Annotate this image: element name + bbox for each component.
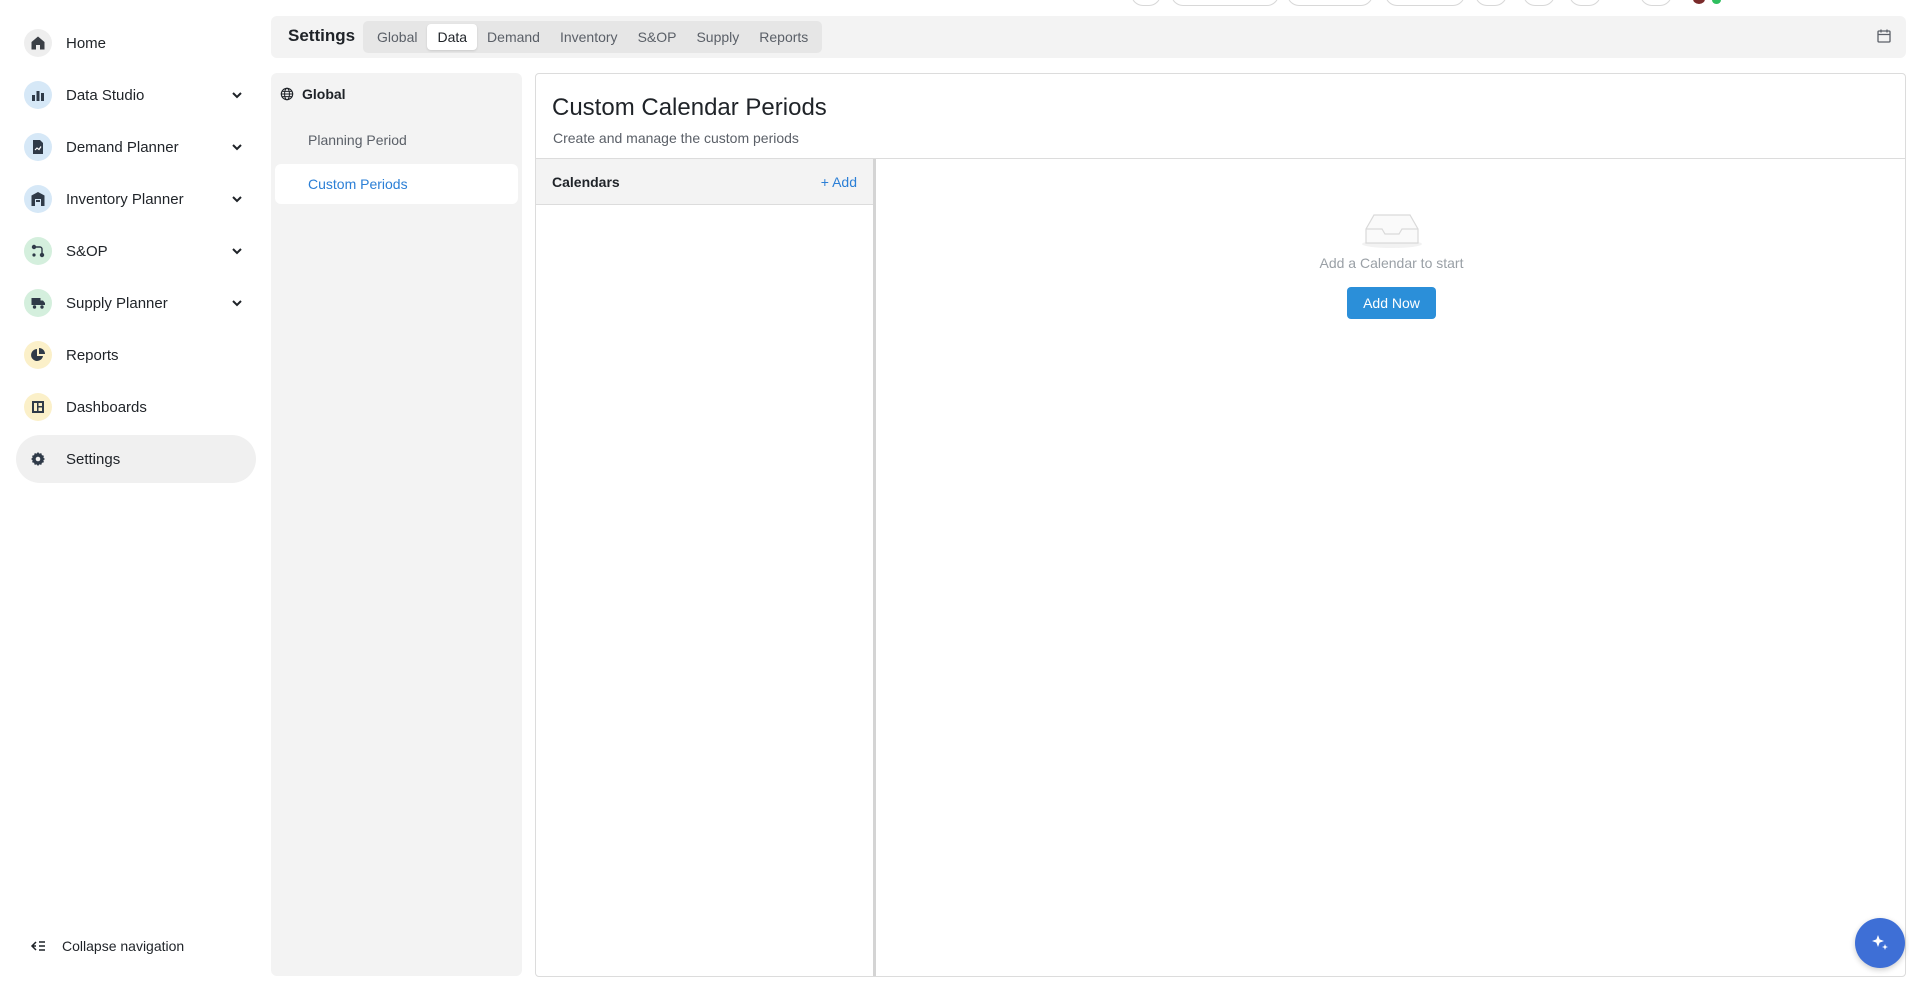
nav-label: Reports <box>66 346 119 364</box>
empty-inbox-icon <box>1361 214 1422 248</box>
calendar-icon <box>1877 29 1891 43</box>
tab-inventory[interactable]: Inventory <box>550 24 628 50</box>
collapse-navigation-button[interactable]: Collapse navigation <box>30 938 184 954</box>
settings-tabs: Global Data Demand Inventory S&OP Supply… <box>363 21 823 53</box>
calendar-button[interactable] <box>1876 28 1894 46</box>
calendars-list-panel: Calendars + Add <box>536 159 876 976</box>
nav-item-reports[interactable]: Reports <box>16 331 256 379</box>
nav-label: Supply Planner <box>66 294 168 312</box>
header-control-hint[interactable] <box>1569 0 1601 6</box>
chevron-down-icon[interactable] <box>230 244 244 258</box>
flow-icon <box>24 237 52 265</box>
subnav-item-planning-period[interactable]: Planning Period <box>275 120 518 160</box>
ai-assistant-button[interactable] <box>1855 918 1905 968</box>
nav-item-dashboards[interactable]: Dashboards <box>16 383 256 431</box>
add-now-button[interactable]: Add Now <box>1347 287 1436 319</box>
section-subtitle: Create and manage the custom periods <box>553 130 799 146</box>
online-status-dot <box>1712 0 1721 4</box>
tab-sop[interactable]: S&OP <box>628 24 687 50</box>
calendars-heading: Calendars <box>552 173 620 190</box>
avatar[interactable] <box>1693 0 1705 4</box>
collapse-left-icon <box>30 941 45 951</box>
nav-label: Settings <box>66 450 121 468</box>
tab-demand[interactable]: Demand <box>477 24 550 50</box>
warehouse-icon <box>24 185 52 213</box>
truck-icon <box>24 289 52 317</box>
settings-subnav: Global Planning Period Custom Periods <box>271 73 522 976</box>
empty-state: Add a Calendar to start Add Now <box>878 159 1905 359</box>
dashboard-icon <box>24 393 52 421</box>
nav-item-supply-planner[interactable]: Supply Planner <box>16 279 256 327</box>
pie-chart-icon <box>24 341 52 369</box>
collapse-navigation-label: Collapse navigation <box>62 938 185 954</box>
bar-chart-icon <box>24 81 52 109</box>
tab-data[interactable]: Data <box>427 24 478 50</box>
home-icon <box>24 29 52 57</box>
calendars-header: Calendars + Add <box>536 159 873 205</box>
nav-item-settings[interactable]: Settings <box>16 435 256 483</box>
side-navigation: Home Data Studio Demand Planner Inventor… <box>0 0 270 985</box>
document-chart-icon <box>24 133 52 161</box>
subnav-item-custom-periods[interactable]: Custom Periods <box>275 164 518 204</box>
header-control-hint[interactable] <box>1640 0 1672 6</box>
empty-state-text: Add a Calendar to start <box>1319 255 1464 271</box>
tab-global[interactable]: Global <box>367 24 427 50</box>
header-control-hint[interactable] <box>1475 0 1507 6</box>
chevron-down-icon[interactable] <box>230 296 244 310</box>
header-control-hint[interactable] <box>1385 0 1465 6</box>
tab-supply[interactable]: Supply <box>686 24 749 50</box>
add-calendar-link[interactable]: + Add <box>821 174 857 190</box>
page-title: Settings <box>288 26 356 45</box>
subnav-heading: Global <box>280 86 346 102</box>
nav-label: Dashboards <box>66 398 147 416</box>
nav-item-home[interactable]: Home <box>16 19 256 67</box>
nav-item-sop[interactable]: S&OP <box>16 227 256 275</box>
globe-icon <box>280 87 294 101</box>
chevron-down-icon[interactable] <box>230 192 244 206</box>
settings-header: Settings Global Data Demand Inventory S&… <box>271 16 1906 58</box>
nav-label: Demand Planner <box>66 138 179 156</box>
subnav-heading-label: Global <box>302 86 346 102</box>
section-title: Custom Calendar Periods <box>552 94 827 121</box>
nav-label: Home <box>66 34 107 52</box>
chevron-down-icon[interactable] <box>230 88 244 102</box>
header-control-hint[interactable] <box>1287 0 1373 6</box>
nav-label: Data Studio <box>66 86 145 104</box>
nav-item-demand-planner[interactable]: Demand Planner <box>16 123 256 171</box>
gear-icon <box>24 445 52 473</box>
tab-reports[interactable]: Reports <box>749 24 818 50</box>
nav-item-data-studio[interactable]: Data Studio <box>16 71 256 119</box>
sparkle-icon <box>1872 935 1888 950</box>
header-control-hint[interactable] <box>1171 0 1279 6</box>
chevron-down-icon[interactable] <box>230 140 244 154</box>
nav-label: Inventory Planner <box>66 190 184 208</box>
header-control-hint[interactable] <box>1131 0 1161 6</box>
nav-item-inventory-planner[interactable]: Inventory Planner <box>16 175 256 223</box>
nav-label: S&OP <box>66 242 108 260</box>
custom-periods-panel: Custom Calendar Periods Create and manag… <box>535 73 1906 977</box>
header-control-hint[interactable] <box>1523 0 1555 6</box>
